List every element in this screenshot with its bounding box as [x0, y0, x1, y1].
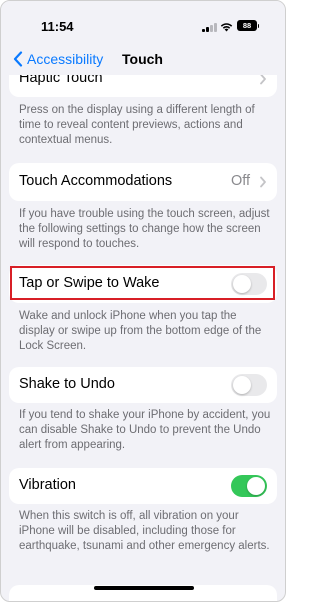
tap-or-swipe-to-wake-footer: Wake and unlock iPhone when you tap the …: [19, 310, 262, 352]
wifi-icon: [220, 23, 233, 32]
touch-accommodations-row[interactable]: Touch Accommodations Off: [9, 163, 277, 201]
haptic-touch-footer: Press on the display using a different l…: [19, 104, 255, 146]
chevron-left-icon: [13, 51, 23, 67]
battery-level: 88: [242, 21, 252, 30]
shake-to-undo-label: Shake to Undo: [19, 376, 115, 392]
back-label: Accessibility: [27, 51, 104, 67]
haptic-touch-row[interactable]: Haptic Touch: [9, 75, 277, 97]
battery-icon: 88: [237, 20, 259, 31]
chevron-right-icon: [260, 176, 266, 188]
highlight-box: [10, 266, 275, 300]
touch-accommodations-footer: If you have trouble using the touch scre…: [19, 208, 270, 250]
touch-accommodations-value: Off: [231, 173, 251, 189]
back-button[interactable]: Accessibility: [13, 51, 103, 67]
haptic-touch-label: Haptic Touch: [19, 75, 103, 86]
vibration-footer: When this switch is off, all vibration o…: [19, 510, 270, 552]
vibration-toggle[interactable]: [231, 475, 267, 497]
chevron-right-icon: [260, 75, 266, 85]
page-title: Touch: [122, 51, 163, 67]
navigation-bar: Accessibility Touch: [1, 41, 285, 75]
phone-screen: 11:54 88 Accessibility Touch Haptic Touc…: [0, 0, 286, 602]
shake-to-undo-footer: If you tend to shake your iPhone by acci…: [19, 409, 271, 451]
shake-to-undo-row: Shake to Undo: [9, 367, 277, 403]
status-bar: 11:54 88: [1, 1, 285, 41]
status-time: 11:54: [41, 19, 74, 34]
cellular-signal-icon: [202, 22, 218, 32]
settings-list[interactable]: Haptic Touch Press on the display using …: [1, 75, 285, 601]
vibration-label: Vibration: [19, 477, 76, 493]
touch-accommodations-label: Touch Accommodations: [19, 173, 173, 189]
vibration-row: Vibration: [9, 468, 277, 504]
home-indicator: [94, 586, 194, 590]
shake-to-undo-toggle[interactable]: [231, 374, 267, 396]
